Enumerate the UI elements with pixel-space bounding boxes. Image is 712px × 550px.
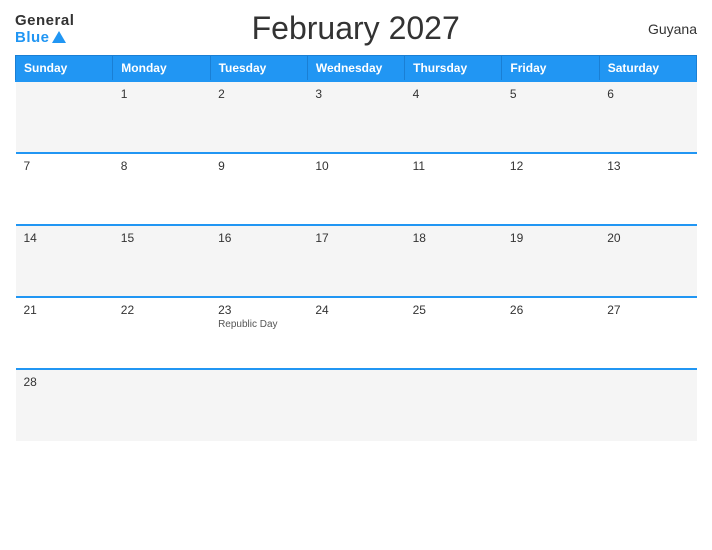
calendar-cell: 17 — [307, 225, 404, 297]
header-friday: Friday — [502, 56, 599, 82]
calendar-cell: 12 — [502, 153, 599, 225]
day-number: 10 — [315, 159, 396, 173]
calendar-cell — [210, 369, 307, 441]
calendar-cell: 23 Republic Day — [210, 297, 307, 369]
header-monday: Monday — [113, 56, 210, 82]
calendar-body: 1234567891011121314151617181920212223Rep… — [16, 81, 697, 441]
header-saturday: Saturday — [599, 56, 696, 82]
header-tuesday: Tuesday — [210, 56, 307, 82]
day-number: 26 — [510, 303, 591, 317]
calendar-cell: 8 — [113, 153, 210, 225]
calendar-week-row: 7 8 9 10 11 12 13 — [16, 153, 697, 225]
calendar-cell: 20 — [599, 225, 696, 297]
calendar-cell: 4 — [405, 81, 502, 153]
calendar-cell: 24 — [307, 297, 404, 369]
calendar-cell: 3 — [307, 81, 404, 153]
calendar-cell — [307, 369, 404, 441]
calendar-cell: 1 — [113, 81, 210, 153]
calendar-week-row: 28 — [16, 369, 697, 441]
header-wednesday: Wednesday — [307, 56, 404, 82]
day-number: 21 — [24, 303, 105, 317]
day-number: 13 — [607, 159, 688, 173]
calendar-cell — [113, 369, 210, 441]
day-number: 18 — [413, 231, 494, 245]
calendar-header: Sunday Monday Tuesday Wednesday Thursday… — [16, 56, 697, 82]
logo: General Blue — [15, 12, 74, 46]
calendar-cell: 19 — [502, 225, 599, 297]
day-number: 23 — [218, 303, 299, 317]
calendar-title: February 2027 — [74, 10, 637, 47]
weekday-header-row: Sunday Monday Tuesday Wednesday Thursday… — [16, 56, 697, 82]
header: General Blue February 2027 Guyana — [15, 10, 697, 47]
calendar-cell: 28 — [16, 369, 113, 441]
day-number: 17 — [315, 231, 396, 245]
calendar-cell: 6 — [599, 81, 696, 153]
day-number: 25 — [413, 303, 494, 317]
calendar-cell: 26 — [502, 297, 599, 369]
day-number: 20 — [607, 231, 688, 245]
day-number: 27 — [607, 303, 688, 317]
calendar-cell: 14 — [16, 225, 113, 297]
day-number: 19 — [510, 231, 591, 245]
calendar-cell: 16 — [210, 225, 307, 297]
calendar-cell: 18 — [405, 225, 502, 297]
calendar-table: Sunday Monday Tuesday Wednesday Thursday… — [15, 55, 697, 441]
calendar-cell — [502, 369, 599, 441]
day-number: 11 — [413, 159, 494, 173]
day-number: 24 — [315, 303, 396, 317]
calendar-cell: 7 — [16, 153, 113, 225]
calendar-cell: 22 — [113, 297, 210, 369]
day-number: 1 — [121, 87, 202, 101]
calendar-cell: 9 — [210, 153, 307, 225]
calendar-week-row: 21 22 23 Republic Day 24 25 26 27 — [16, 297, 697, 369]
day-number: 22 — [121, 303, 202, 317]
day-number: 4 — [413, 87, 494, 101]
header-sunday: Sunday — [16, 56, 113, 82]
calendar-cell: 27 — [599, 297, 696, 369]
calendar-page: General Blue February 2027 Guyana Sunday… — [0, 0, 712, 550]
calendar-cell: 25 — [405, 297, 502, 369]
day-number: 6 — [607, 87, 688, 101]
logo-blue-text: Blue — [15, 29, 50, 46]
day-number: 3 — [315, 87, 396, 101]
day-number: 2 — [218, 87, 299, 101]
calendar-cell: 5 — [502, 81, 599, 153]
calendar-cell — [405, 369, 502, 441]
calendar-week-row: 1 2 3 4 5 6 — [16, 81, 697, 153]
calendar-cell — [16, 81, 113, 153]
logo-triangle-icon — [52, 31, 66, 43]
day-number: 5 — [510, 87, 591, 101]
day-number: 14 — [24, 231, 105, 245]
logo-general-text: General — [15, 12, 74, 29]
calendar-cell: 2 — [210, 81, 307, 153]
header-thursday: Thursday — [405, 56, 502, 82]
day-number: 8 — [121, 159, 202, 173]
calendar-cell: 10 — [307, 153, 404, 225]
country-label: Guyana — [637, 21, 697, 37]
day-number: 15 — [121, 231, 202, 245]
day-number: 7 — [24, 159, 105, 173]
calendar-cell: 11 — [405, 153, 502, 225]
day-number: 16 — [218, 231, 299, 245]
calendar-cell: 15 — [113, 225, 210, 297]
calendar-cell — [599, 369, 696, 441]
day-number: 12 — [510, 159, 591, 173]
event-label: Republic Day — [218, 319, 299, 330]
calendar-week-row: 14 15 16 17 18 19 20 — [16, 225, 697, 297]
calendar-cell: 13 — [599, 153, 696, 225]
calendar-cell: 21 — [16, 297, 113, 369]
day-number: 9 — [218, 159, 299, 173]
day-number: 28 — [24, 375, 105, 389]
